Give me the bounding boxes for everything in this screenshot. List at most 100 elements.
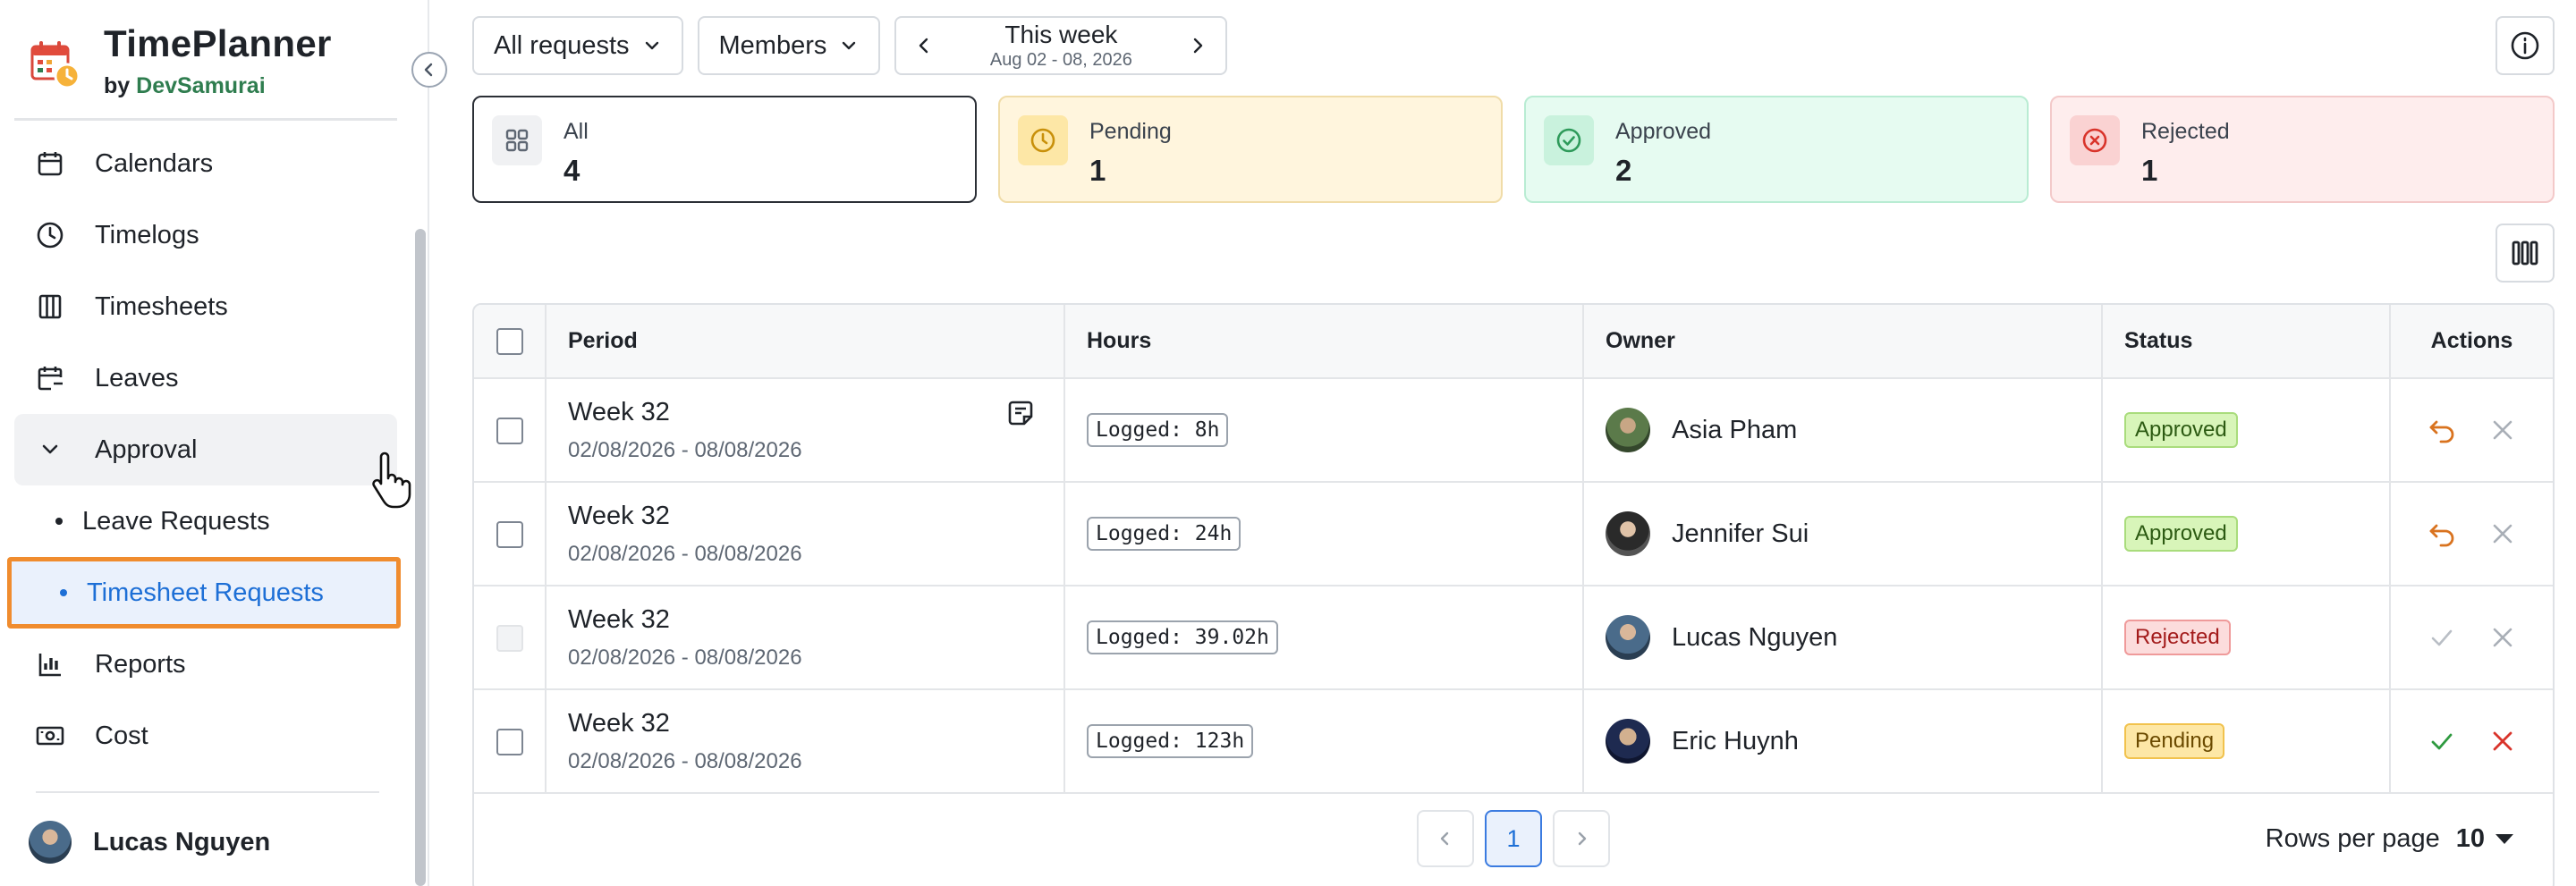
rows-per-page-label: Rows per page	[2265, 823, 2440, 853]
row-select-cell	[474, 689, 547, 794]
columns-icon	[2512, 240, 2538, 266]
row-checkbox[interactable]	[496, 417, 523, 444]
actions-cell	[2390, 482, 2553, 586]
hours-cell: Logged: 8h	[1064, 378, 1584, 483]
approve-icon[interactable]	[2427, 726, 2457, 756]
chevron-left-icon	[1440, 831, 1449, 846]
note-icon[interactable]	[1006, 399, 1035, 427]
info-button[interactable]	[2496, 16, 2555, 75]
avatar	[1606, 511, 1650, 556]
column-header-owner[interactable]: Owner	[1583, 305, 2103, 379]
previous-page-button[interactable]	[1417, 810, 1474, 867]
sidebar-item-label: Approval	[95, 435, 198, 464]
chevron-right-icon	[1578, 831, 1587, 846]
chevron-left-icon	[424, 63, 433, 77]
status-summary-cards: All 4 Pending 1 Approved 2 Rejected 1	[472, 96, 2555, 203]
period-cell: Week 32 02/08/2026 - 08/08/2026	[546, 378, 1065, 483]
sidebar-item-leaves[interactable]: Leaves	[14, 342, 397, 414]
revert-icon[interactable]	[2427, 519, 2457, 549]
card-rejected[interactable]: Rejected 1	[2050, 96, 2555, 203]
card-count: 2	[1615, 154, 1632, 187]
chevron-down-icon	[34, 434, 66, 466]
card-all[interactable]: All 4	[472, 96, 977, 203]
sidebar-item-timesheets[interactable]: Timesheets	[14, 271, 397, 342]
approve-icon[interactable]	[2427, 622, 2457, 653]
sidebar-item-label: Leaves	[95, 363, 179, 392]
main-nav: Calendars Timelogs Timesheets Leaves App…	[7, 128, 401, 772]
bullet-icon	[55, 518, 63, 525]
status-badge: Approved	[2124, 516, 2238, 552]
column-header-period[interactable]: Period	[546, 305, 1065, 379]
logged-hours: Logged: 24h	[1087, 517, 1241, 551]
chevron-down-icon	[843, 41, 856, 50]
card-approved[interactable]: Approved 2	[1524, 96, 2029, 203]
hours-cell: Logged: 39.02h	[1064, 586, 1584, 690]
row-select-cell	[474, 482, 547, 586]
sidebar-item-reports[interactable]: Reports	[14, 629, 397, 700]
members-filter-dropdown[interactable]: Members	[697, 16, 881, 75]
table-row[interactable]: Week 32 02/08/2026 - 08/08/2026 Logged: …	[474, 378, 2553, 483]
sidebar-item-timelogs[interactable]: Timelogs	[14, 199, 397, 271]
owner-cell: Lucas Nguyen	[1583, 586, 2103, 690]
x-circle-icon	[2070, 115, 2120, 165]
column-header-status[interactable]: Status	[2102, 305, 2391, 379]
sidebar-subitem-timesheet-requests[interactable]: Timesheet Requests	[7, 557, 401, 629]
period-title: Week 32	[568, 501, 670, 530]
rows-per-page: Rows per page 10	[2266, 786, 2513, 886]
check-circle-icon	[1544, 115, 1594, 165]
period-title: Week 32	[568, 604, 670, 634]
sidebar-item-label: Timelogs	[95, 220, 199, 249]
app-title: TimePlanner	[104, 22, 332, 64]
card-pending[interactable]: Pending 1	[998, 96, 1503, 203]
brand[interactable]: TimePlanner by DevSamurai	[29, 20, 332, 99]
revert-icon[interactable]	[2427, 415, 2457, 445]
select-all-checkbox[interactable]	[496, 327, 523, 355]
table-row[interactable]: Week 32 02/08/2026 - 08/08/2026 Logged: …	[474, 482, 2553, 586]
next-week-button[interactable]	[1188, 36, 1208, 55]
owner-cell: Jennifer Sui	[1583, 482, 2103, 586]
requests-filter-dropdown[interactable]: All requests	[472, 16, 683, 75]
rows-per-page-select[interactable]: 10	[2456, 824, 2485, 854]
card-label: All	[564, 119, 589, 144]
reject-icon[interactable]	[2487, 622, 2518, 653]
columns-icon	[34, 291, 66, 323]
current-user[interactable]: Lucas Nguyen	[29, 821, 270, 864]
sidebar-item-cost[interactable]: Cost	[14, 700, 397, 772]
owner-name: Jennifer Sui	[1672, 519, 1809, 548]
sidebar-scrollbar-thumb[interactable]	[415, 229, 426, 886]
sidebar-item-approval[interactable]: Approval	[14, 414, 397, 485]
reject-icon[interactable]	[2487, 415, 2518, 445]
status-cell: Pending	[2102, 689, 2391, 794]
calendar-clock-logo-icon	[30, 41, 80, 89]
reject-icon[interactable]	[2487, 726, 2518, 756]
sidebar-item-label: Leave Requests	[82, 506, 270, 536]
owner-cell: Eric Huynh	[1583, 689, 2103, 794]
sidebar-item-label: Cost	[95, 721, 148, 750]
owner-cell: Asia Pham	[1583, 378, 2103, 483]
column-settings-button[interactable]	[2496, 224, 2555, 283]
status-badge: Approved	[2124, 412, 2238, 448]
table-row[interactable]: Week 32 02/08/2026 - 08/08/2026 Logged: …	[474, 689, 2553, 794]
caret-down-icon[interactable]	[2496, 833, 2513, 844]
week-label[interactable]: This week Aug 02 - 08, 2026	[990, 21, 1132, 71]
collapse-sidebar-button[interactable]	[411, 52, 447, 88]
brand-divider	[14, 118, 397, 121]
next-page-button[interactable]	[1553, 810, 1610, 867]
page-number-button[interactable]: 1	[1485, 810, 1542, 867]
previous-week-button[interactable]	[914, 36, 934, 55]
card-count: 1	[2141, 154, 2158, 187]
column-header-hours[interactable]: Hours	[1064, 305, 1584, 379]
card-label: Pending	[1089, 119, 1172, 144]
status-cell: Rejected	[2102, 586, 2391, 690]
sidebar-item-calendars[interactable]: Calendars	[14, 128, 397, 199]
pagination: 1 Rows per page 10	[474, 786, 2553, 886]
row-checkbox[interactable]	[496, 728, 523, 755]
calendar-leave-icon	[34, 362, 66, 394]
calendar-icon	[34, 148, 66, 180]
table-row[interactable]: Week 32 02/08/2026 - 08/08/2026 Logged: …	[474, 586, 2553, 690]
sidebar-subitem-leave-requests[interactable]: Leave Requests	[14, 485, 397, 557]
status-cell: Approved	[2102, 378, 2391, 483]
actions-cell	[2390, 378, 2553, 483]
row-checkbox[interactable]	[496, 520, 523, 548]
reject-icon[interactable]	[2487, 519, 2518, 549]
